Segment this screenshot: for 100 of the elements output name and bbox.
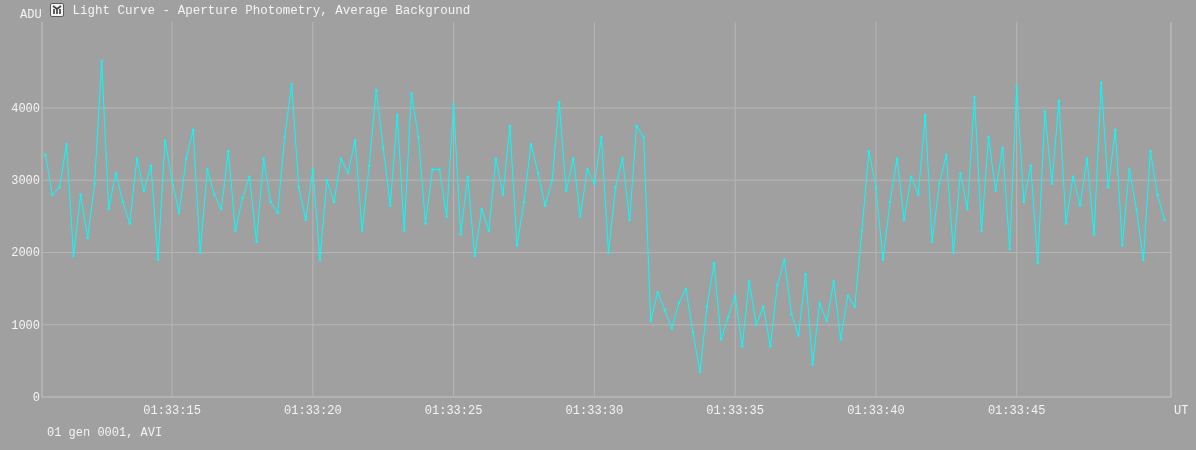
tick-label: 01:33:15 xyxy=(143,404,201,418)
data-point xyxy=(804,273,807,276)
axis-unit-label: UT xyxy=(1174,404,1189,418)
data-point xyxy=(452,103,455,106)
data-point xyxy=(445,215,448,218)
data-point xyxy=(649,319,652,323)
data-point xyxy=(670,327,673,330)
data-point xyxy=(487,229,490,232)
data-point xyxy=(656,291,659,294)
data-point xyxy=(790,312,793,316)
data-point xyxy=(860,229,864,232)
data-point xyxy=(79,193,82,196)
data-point xyxy=(888,200,892,204)
data-point xyxy=(1015,85,1018,88)
data-point xyxy=(551,179,554,182)
tick-label: 0 xyxy=(32,391,40,405)
data-point xyxy=(156,258,160,261)
tick-label: 3000 xyxy=(11,174,40,189)
data-point xyxy=(199,251,202,254)
data-point xyxy=(459,233,462,236)
tick-label: 1000 xyxy=(11,318,40,333)
data-point xyxy=(543,204,547,207)
data-point xyxy=(635,124,638,128)
data-point xyxy=(86,236,89,240)
data-point xyxy=(1043,110,1047,113)
data-point xyxy=(628,218,631,222)
data-point xyxy=(1001,146,1004,149)
tick-label: 01:33:30 xyxy=(565,404,624,418)
data-point xyxy=(579,215,582,218)
data-point xyxy=(403,229,406,232)
data-point xyxy=(698,370,702,373)
data-point xyxy=(1029,164,1032,167)
data-point xyxy=(776,283,779,287)
data-point xyxy=(1050,182,1054,185)
data-point xyxy=(255,240,258,243)
data-point xyxy=(417,135,420,139)
data-point xyxy=(389,204,392,207)
data-point xyxy=(304,218,307,222)
data-point xyxy=(438,168,441,171)
data-point xyxy=(881,258,885,261)
data-point xyxy=(353,139,357,142)
data-point xyxy=(565,189,568,193)
data-point xyxy=(1149,150,1152,153)
data-point xyxy=(663,309,666,312)
tick-label: 2000 xyxy=(11,246,40,261)
data-point xyxy=(677,301,681,305)
data-point xyxy=(269,200,272,204)
data-point xyxy=(1114,128,1117,131)
data-point xyxy=(1057,99,1061,102)
data-point xyxy=(1078,204,1082,207)
data-point xyxy=(192,128,195,131)
data-point xyxy=(853,305,856,308)
data-point xyxy=(262,157,265,160)
data-point xyxy=(332,200,336,204)
data-point xyxy=(952,251,955,254)
data-point xyxy=(987,135,990,139)
data-point xyxy=(480,207,483,211)
data-point xyxy=(642,135,645,139)
data-point xyxy=(748,280,751,283)
data-point xyxy=(726,316,730,319)
data-point xyxy=(396,114,399,117)
data-point xyxy=(1036,262,1039,265)
data-point xyxy=(170,179,174,182)
data-point xyxy=(846,294,849,297)
data-point xyxy=(114,171,117,175)
data-point xyxy=(297,186,300,189)
data-point xyxy=(818,301,821,305)
data-point xyxy=(1163,218,1166,222)
data-point xyxy=(1008,247,1011,251)
data-point xyxy=(58,186,61,189)
data-point xyxy=(536,171,540,175)
tick-label: 01:33:40 xyxy=(847,404,905,418)
tick-label: 01:33:45 xyxy=(987,404,1046,418)
data-point xyxy=(213,193,216,196)
data-point xyxy=(705,305,709,308)
tick-label: 01:33:35 xyxy=(706,404,764,418)
data-point xyxy=(177,211,181,214)
footer-label: 01 gen 0001, AVI xyxy=(47,426,163,440)
data-point xyxy=(593,182,596,185)
data-point xyxy=(44,153,47,157)
data-point xyxy=(311,168,314,171)
data-point xyxy=(1135,207,1138,211)
data-point xyxy=(107,207,110,211)
data-point xyxy=(51,193,54,196)
data-point xyxy=(93,182,96,185)
data-point xyxy=(874,186,878,189)
data-point xyxy=(346,171,350,175)
data-point xyxy=(1022,200,1025,204)
data-point xyxy=(473,254,476,258)
data-point xyxy=(607,251,610,254)
data-point xyxy=(783,258,786,261)
data-point xyxy=(360,229,364,232)
tick-label: 4000 xyxy=(11,102,40,116)
data-point xyxy=(508,124,512,128)
data-point xyxy=(290,82,293,86)
data-point xyxy=(839,338,842,341)
data-point xyxy=(867,150,871,153)
tick-label: 01:33:20 xyxy=(284,404,342,418)
data-point xyxy=(684,287,688,290)
app-icon xyxy=(49,3,64,17)
